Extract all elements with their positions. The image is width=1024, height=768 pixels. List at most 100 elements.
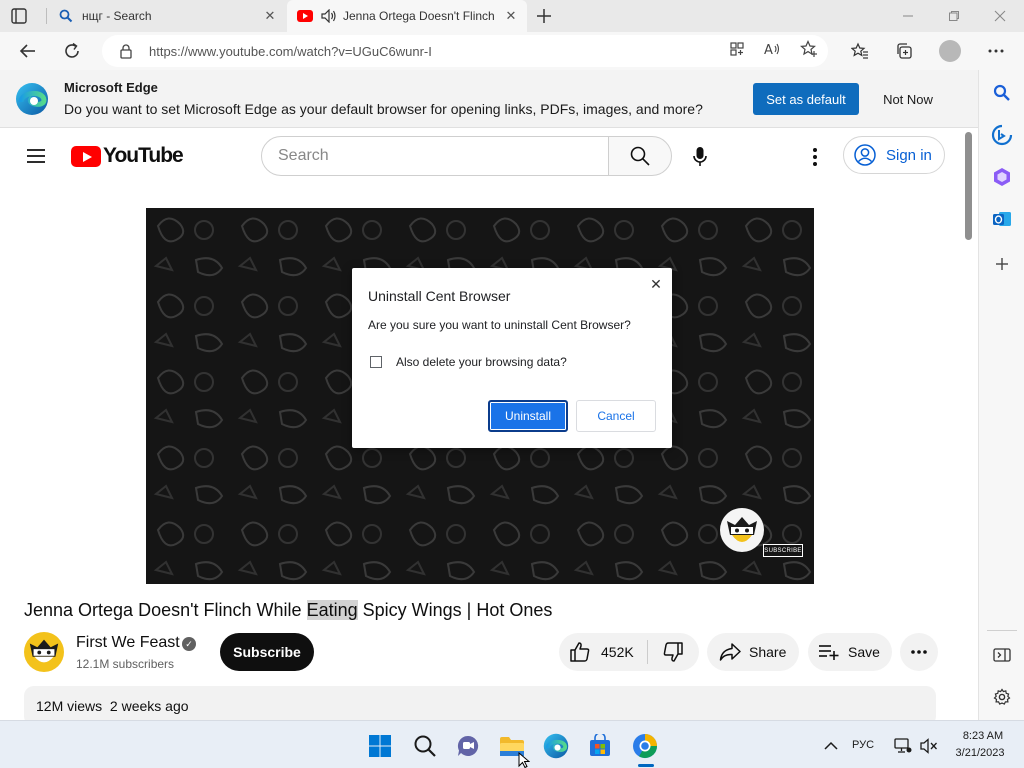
more-horizontal-icon [911, 650, 927, 654]
tab-search[interactable]: нщг - Search ✕ [48, 0, 286, 32]
taskbar-search-icon[interactable] [412, 733, 438, 759]
volume-muted-icon[interactable] [916, 733, 942, 759]
tab-separator [46, 8, 47, 24]
add-sidebar-app-icon[interactable] [991, 253, 1013, 275]
youtube-icon [297, 8, 313, 24]
close-tab-icon[interactable]: ✕ [503, 8, 519, 24]
thumbs-down-icon [663, 642, 683, 662]
new-tab-icon[interactable] [534, 6, 554, 26]
collections-icon[interactable] [893, 40, 915, 62]
sidebar-search-icon[interactable] [991, 82, 1013, 104]
bing-chat-icon[interactable] [991, 124, 1013, 146]
favorites-icon[interactable] [849, 40, 871, 62]
close-window-icon[interactable] [990, 6, 1010, 26]
channel-watermark-logo[interactable] [720, 508, 764, 552]
like-dislike-group: 452K [559, 633, 699, 671]
upload-date: 2 weeks ago [109, 698, 189, 714]
video-title: Jenna Ortega Doesn't Flinch While Eating… [24, 600, 553, 620]
cancel-button[interactable]: Cancel [576, 400, 656, 432]
profile-avatar-icon[interactable] [939, 40, 961, 62]
minimize-icon[interactable] [898, 6, 918, 26]
share-label: Share [749, 644, 787, 660]
thumbs-up-icon [570, 642, 590, 662]
close-tab-icon[interactable]: ✕ [262, 8, 278, 24]
add-to-playlist-icon [819, 645, 839, 660]
youtube-search-input[interactable] [278, 146, 578, 166]
uninstall-button[interactable]: Uninstall [488, 400, 568, 432]
sidebar-settings-gear-icon[interactable] [991, 686, 1013, 708]
speaker-icon[interactable] [321, 8, 337, 24]
sign-in-label: Sign in [886, 146, 932, 164]
read-aloud-icon[interactable]: A [764, 40, 782, 58]
tab-title: Jenna Ortega Doesn't Flinch [343, 9, 495, 23]
search-icon [630, 146, 650, 166]
back-arrow-icon[interactable] [17, 40, 39, 62]
app-available-icon[interactable] [728, 40, 746, 58]
mouse-cursor-icon [518, 752, 530, 768]
microphone-icon[interactable] [688, 145, 712, 169]
set-as-default-button[interactable]: Set as default [753, 83, 859, 115]
user-account-icon [854, 144, 876, 166]
view-count-and-date: 12M views 2 weeks ago [36, 698, 189, 714]
windows-start-icon[interactable] [367, 733, 393, 759]
tab-strip: нщг - Search ✕ Jenna Ortega Doesn't Flin… [0, 0, 1024, 32]
input-language[interactable]: РУС [852, 739, 874, 751]
chat-icon[interactable] [455, 733, 481, 759]
network-icon[interactable] [890, 733, 916, 759]
edge-logo-icon [15, 82, 49, 116]
banner-title: Microsoft Edge [64, 80, 158, 95]
address-bar[interactable]: https://www.youtube.com/watch?v=UGuC6wun… [102, 35, 828, 67]
hamburger-menu-icon[interactable] [26, 148, 46, 164]
svg-text:A: A [764, 43, 773, 57]
youtube-search-box[interactable] [261, 136, 609, 176]
youtube-logo[interactable]: YouTube [71, 144, 184, 168]
youtube-settings-more-icon[interactable] [805, 145, 825, 169]
highlighted-word: Eating [306, 600, 358, 620]
lock-icon[interactable] [118, 43, 134, 59]
clock-date[interactable]: 3/21/2023 [948, 747, 1012, 759]
refresh-icon[interactable] [61, 40, 83, 62]
url-text[interactable]: https://www.youtube.com/watch?v=UGuC6wun… [149, 44, 432, 59]
add-favorite-icon[interactable] [800, 40, 818, 58]
restore-icon[interactable] [944, 6, 964, 26]
tab-actions-icon[interactable] [8, 6, 30, 26]
youtube-play-icon [71, 145, 101, 167]
dialog-message: Are you sure you want to uninstall Cent … [368, 318, 631, 332]
sign-in-button[interactable]: Sign in [843, 136, 945, 174]
more-actions-button[interactable] [900, 633, 938, 671]
subscribe-watermark[interactable]: SUBSCRIBE [763, 544, 803, 557]
clock-time[interactable]: 8:23 AM [958, 730, 1008, 742]
hide-sidebar-icon[interactable] [991, 644, 1013, 666]
save-button[interactable]: Save [808, 633, 892, 671]
share-button[interactable]: Share [707, 633, 799, 671]
subscribe-button[interactable]: Subscribe [220, 633, 314, 671]
channel-name[interactable]: First We Feast [76, 634, 180, 652]
edge-browser-icon[interactable] [543, 733, 569, 759]
youtube-logo-text: YouTube [103, 144, 184, 167]
verified-check-icon: ✓ [182, 637, 196, 651]
microsoft-store-icon[interactable] [587, 733, 613, 759]
channel-avatar[interactable] [24, 632, 64, 672]
banner-message: Do you want to set Microsoft Edge as you… [64, 101, 703, 117]
uninstall-dialog: Uninstall Cent Browser ✕ Are you sure yo… [352, 268, 672, 448]
settings-more-icon[interactable] [985, 40, 1007, 62]
outlook-icon[interactable] [991, 208, 1013, 230]
tab-youtube[interactable]: Jenna Ortega Doesn't Flinch ✕ [287, 0, 527, 32]
sidebar-divider [987, 630, 1017, 631]
not-now-button[interactable]: Not Now [867, 83, 949, 115]
delete-data-checkbox-label[interactable]: Also delete your browsing data? [396, 355, 567, 369]
cent-browser-icon[interactable] [632, 733, 658, 759]
page-scrollbar[interactable] [965, 132, 972, 240]
save-label: Save [848, 644, 880, 660]
office-icon[interactable] [991, 166, 1013, 188]
delete-data-checkbox[interactable] [370, 356, 382, 368]
youtube-search-button[interactable] [608, 136, 672, 176]
dialog-close-icon[interactable]: ✕ [648, 276, 664, 292]
subscriber-count: 12.1M subscribers [76, 657, 175, 671]
like-button[interactable]: 452K [559, 633, 647, 671]
show-hidden-icons-chevron-icon[interactable] [818, 733, 844, 759]
tab-title: нщг - Search [82, 9, 152, 23]
search-icon [58, 8, 74, 24]
view-count: 12M views [36, 698, 103, 714]
dislike-button[interactable] [648, 633, 698, 671]
